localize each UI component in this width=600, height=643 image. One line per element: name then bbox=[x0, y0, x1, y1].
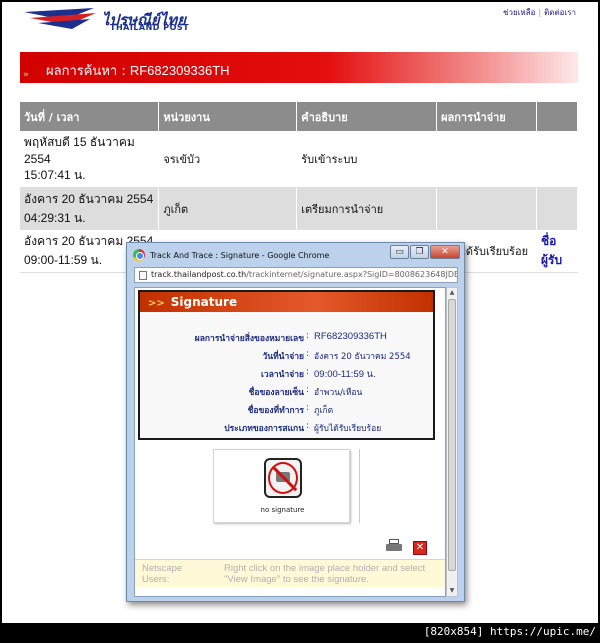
detail-value: อังคาร 20 ธันวาคม 2554 bbox=[314, 352, 411, 362]
cell-description: เตรียมการนำจ่าย bbox=[296, 187, 438, 230]
table-row: อังคาร 20 ธันวาคม 2554 04:29:31 น. ภูเก็ต… bbox=[20, 187, 579, 230]
minimize-button[interactable]: ▭ bbox=[390, 245, 409, 259]
address-bar[interactable]: track.thailandpost.co.th/trackinternet/s… bbox=[134, 267, 458, 283]
popup-content: >> Signature ผลการนำจ่ายสิ่งของหมายเลข: RF… bbox=[134, 287, 446, 597]
signature-panel-header: >> Signature bbox=[140, 292, 433, 312]
signature-panel-title: Signature bbox=[170, 295, 238, 309]
detail-colon: : bbox=[306, 367, 309, 377]
cell-description: รับเข้าระบบ bbox=[296, 131, 438, 188]
popup-title: Track And Trace : Signature - Google Chr… bbox=[150, 250, 330, 260]
detail-label: ชื่อของลายเซ็น bbox=[248, 388, 304, 398]
detail-colon: : bbox=[306, 403, 309, 413]
print-icon-body bbox=[386, 544, 402, 551]
cell-unit: จรเข้บัว bbox=[158, 131, 298, 188]
logo-subtitle: THAILAND POST bbox=[110, 23, 190, 32]
column-header-extra bbox=[536, 102, 579, 131]
cell-unit: ภูเก็ต bbox=[158, 187, 298, 230]
detail-label: ผลการนำจ่ายสิ่งของหมายเลข bbox=[194, 334, 304, 344]
contact-link[interactable]: ติดต่อเรา bbox=[544, 8, 576, 17]
cell-datetime: อังคาร 20 ธันวาคม 2554 04:29:31 น. bbox=[20, 187, 160, 230]
detail-value: อำพวน/เหือน bbox=[314, 388, 363, 398]
column-header-datetime: วันที่ / เวลา bbox=[20, 102, 160, 131]
cell-result bbox=[436, 187, 537, 230]
column-header-unit: หน่วยงาน bbox=[158, 102, 298, 131]
detail-value: 09:00-11:59 น. bbox=[314, 369, 376, 380]
recipient-link-line1[interactable]: ชื่อ bbox=[541, 232, 573, 251]
link-separator: | bbox=[538, 8, 542, 17]
detail-row: ประเภทของการสแกน: ผู้รับได้รับเรียบร้อย bbox=[140, 421, 433, 435]
scroll-down-arrow-icon[interactable]: ▼ bbox=[447, 586, 457, 596]
double-chevron-icon: » bbox=[23, 70, 29, 80]
detail-label: ชื่อของที่ทำการ bbox=[247, 406, 304, 416]
netscape-note-label: Netscape Users: bbox=[142, 563, 183, 585]
thailand-post-logo[interactable]: ไปรษณีย์ไทย THAILAND POST bbox=[24, 6, 189, 36]
signature-caption: no signature bbox=[260, 506, 305, 514]
cell-result bbox=[436, 131, 537, 188]
double-chevron-icon: >> bbox=[148, 298, 165, 309]
signature-details: ผลการนำจ่ายสิ่งของหมายเลข: RF682309336TH … bbox=[140, 312, 433, 438]
cell-time: 04:29:31 น. bbox=[24, 211, 86, 225]
detail-value: RF682309336TH bbox=[314, 331, 387, 342]
detail-colon: : bbox=[306, 385, 309, 395]
page-icon bbox=[139, 271, 147, 280]
close-window-button[interactable]: ✕ bbox=[430, 245, 460, 259]
netscape-note-text: Right click on the image place holder an… bbox=[224, 563, 426, 585]
cell-date: พฤหัสบดี 15 ธันวาคม 2554 bbox=[24, 135, 135, 166]
table-header-row: วันที่ / เวลา หน่วยงาน คำอธิบาย ผลการนำจ… bbox=[20, 102, 579, 131]
chrome-icon bbox=[133, 249, 145, 261]
page: ไปรษณีย์ไทย THAILAND POST ช่วยเหลือ | ติดต… bbox=[2, 2, 598, 623]
cell-time: 15:07:41 น. bbox=[24, 168, 86, 182]
maximize-button[interactable]: ❐ bbox=[410, 245, 429, 259]
image-host-watermark: [820x854] https://upic.me/ bbox=[423, 625, 596, 638]
netscape-note: Netscape Users: Right click on the image… bbox=[135, 559, 445, 587]
signature-image-placeholder[interactable]: no signature bbox=[213, 449, 350, 523]
detail-row: วันที่นำจ่าย: อังคาร 20 ธันวาคม 2554 bbox=[140, 349, 433, 363]
column-header-description: คำอธิบาย bbox=[296, 102, 438, 131]
top-links: ช่วยเหลือ | ติดต่อเรา bbox=[503, 6, 576, 19]
no-signature-icon bbox=[264, 458, 302, 498]
table-row: พฤหัสบดี 15 ธันวาคม 2554 15:07:41 น. จรเข… bbox=[20, 131, 579, 188]
detail-row: ชื่อของที่ทำการ: ภูเก็ต bbox=[140, 403, 433, 417]
detail-colon: : bbox=[306, 421, 309, 431]
help-link[interactable]: ช่วยเหลือ bbox=[503, 8, 535, 17]
logo-wings-icon bbox=[24, 8, 96, 29]
detail-label: ประเภทของการสแกน bbox=[224, 424, 304, 434]
prohibited-icon bbox=[268, 462, 298, 494]
recipient-link-line2[interactable]: ผู้รับ bbox=[541, 251, 573, 270]
signature-panel: >> Signature ผลการนำจ่ายสิ่งของหมายเลข: RF… bbox=[138, 290, 435, 440]
column-header-result: ผลการนำจ่าย bbox=[436, 102, 537, 131]
print-icon[interactable] bbox=[386, 539, 402, 553]
search-result-title: ผลการค้นหา : RF682309336TH bbox=[46, 60, 230, 81]
cell-date: อังคาร 20 ธันวาคม 2554 bbox=[24, 192, 154, 206]
detail-value: ผู้รับได้รับเรียบร้อย bbox=[314, 424, 382, 434]
detail-value: ภูเก็ต bbox=[314, 406, 334, 416]
detail-row: ชื่อของลายเซ็น: อำพวน/เหือน bbox=[140, 385, 433, 399]
url-host: track.thailandpost.co.th bbox=[151, 270, 247, 279]
search-result-label: ผลการค้นหา : bbox=[46, 64, 130, 79]
close-icon[interactable]: ✕ bbox=[413, 541, 427, 555]
window-controls: ▭ ❐ ✕ bbox=[390, 245, 460, 259]
detail-colon: : bbox=[306, 349, 309, 359]
detail-label: วันที่นำจ่าย bbox=[262, 352, 304, 362]
detail-colon: : bbox=[306, 331, 309, 341]
divider bbox=[359, 449, 360, 523]
scroll-up-arrow-icon[interactable]: ▲ bbox=[447, 288, 457, 298]
scrollbar-thumb[interactable] bbox=[448, 299, 456, 571]
cell-extra bbox=[536, 131, 579, 188]
detail-label: เวลานำจ่าย bbox=[261, 370, 304, 380]
detail-row: เวลานำจ่าย:09:00-11:59 น. bbox=[140, 367, 433, 381]
tracking-number: RF682309336TH bbox=[129, 63, 230, 78]
url-path: /trackinternet/signature.aspx?SigID=8008… bbox=[246, 270, 458, 279]
vertical-scrollbar[interactable]: ▲ ▼ bbox=[446, 287, 458, 597]
search-result-bar: » ผลการค้นหา : RF682309336TH bbox=[20, 52, 578, 83]
recipient-name-link[interactable]: ชื่อ ผู้รับ bbox=[536, 230, 579, 273]
detail-row: ผลการนำจ่ายสิ่งของหมายเลข: RF682309336TH bbox=[140, 331, 433, 345]
signature-popup-window: Track And Trace : Signature - Google Chr… bbox=[126, 242, 465, 602]
cell-extra bbox=[536, 187, 579, 230]
cell-datetime: พฤหัสบดี 15 ธันวาคม 2554 15:07:41 น. bbox=[20, 131, 160, 188]
